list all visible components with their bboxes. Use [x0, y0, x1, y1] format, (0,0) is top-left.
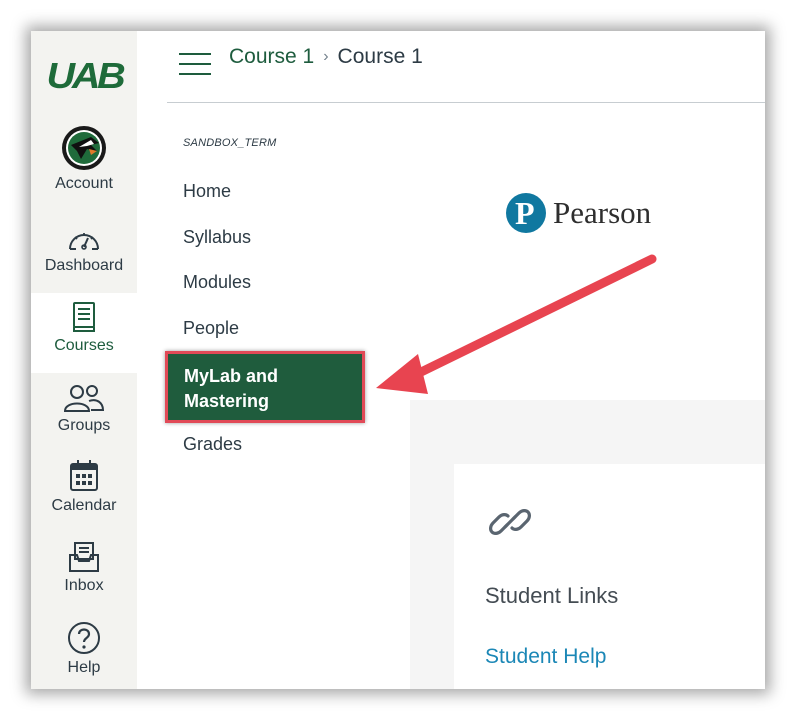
link-icon — [489, 509, 531, 535]
canvas-window: UAB Account Dashboard Courses Groups Cal… — [31, 31, 765, 689]
breadcrumb-current: Course 1 — [337, 45, 423, 68]
pearson-logo: Pearson — [506, 193, 651, 233]
calendar-icon — [70, 460, 98, 491]
pearson-wordmark: Pearson — [553, 195, 652, 230]
breadcrumb-separator-icon: › — [323, 48, 329, 65]
global-nav-label: Dashboard — [44, 257, 124, 274]
course-nav-home[interactable]: Home — [183, 181, 231, 202]
breadcrumb-course-link[interactable]: Course 1 — [229, 45, 314, 69]
global-nav-help[interactable]: Help — [31, 621, 137, 677]
groups-icon — [63, 385, 105, 412]
course-nav-grades[interactable]: Grades — [183, 434, 242, 455]
global-nav-label: Courses — [54, 337, 114, 354]
hamburger-menu-icon[interactable] — [179, 53, 211, 77]
global-nav-calendar[interactable]: Calendar — [31, 459, 137, 515]
avatar-icon — [62, 126, 106, 170]
card-title: Student Links — [485, 583, 619, 608]
global-nav-label: Groups — [57, 417, 111, 434]
global-nav-label: Inbox — [64, 577, 104, 594]
course-nav-mylab-and-mastering[interactable]: MyLab and Mastering — [165, 351, 365, 423]
course-nav-label: MyLab and Mastering — [184, 366, 279, 411]
inbox-icon — [69, 542, 99, 572]
uab-logo[interactable]: UAB — [31, 31, 137, 121]
global-nav-groups[interactable]: Groups — [31, 383, 137, 435]
course-header: Course 1 › Course 1 — [167, 31, 765, 103]
course-term: SANDBOX_TERM — [183, 137, 277, 149]
global-navigation: UAB Account Dashboard Courses Groups Cal… — [31, 31, 137, 689]
global-nav-inbox[interactable]: Inbox — [31, 541, 137, 595]
dashboard-icon — [69, 233, 99, 250]
help-icon — [68, 622, 100, 654]
global-nav-dashboard[interactable]: Dashboard — [31, 225, 137, 275]
logo-text: UAB — [46, 55, 125, 96]
pearson-mark-icon — [506, 193, 546, 233]
global-nav-label: Calendar — [51, 497, 117, 514]
global-nav-courses[interactable]: Courses — [31, 293, 137, 373]
student-help-link[interactable]: Student Help — [485, 645, 606, 669]
course-nav-syllabus[interactable]: Syllabus — [183, 227, 251, 248]
course-nav-modules[interactable]: Modules — [183, 272, 251, 293]
global-nav-account[interactable]: Account — [31, 125, 137, 193]
breadcrumb: Course 1 › Course 1 — [229, 45, 423, 69]
global-nav-label: Help — [67, 659, 101, 676]
course-nav-people[interactable]: People — [183, 318, 239, 339]
global-nav-label: Account — [55, 175, 113, 192]
courses-icon — [73, 302, 95, 332]
